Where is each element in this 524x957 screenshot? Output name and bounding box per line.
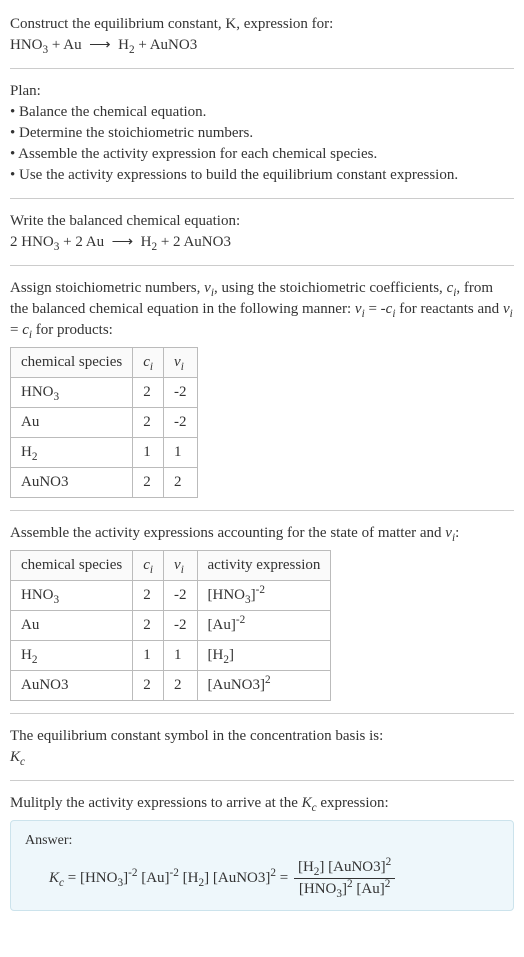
answer-box: Answer: Kc = [HNO3]-2 [Au]-2 [H2] [AuNO3…: [10, 820, 514, 911]
table-row: H2 1 1: [11, 438, 198, 468]
cell-vi: 1: [164, 641, 198, 671]
cell-species: H2: [11, 438, 133, 468]
cell-vi: -2: [164, 378, 198, 408]
cell-vi: 2: [164, 468, 198, 498]
col-ci: ci: [133, 551, 164, 581]
cell-species: AuNO3: [11, 671, 133, 701]
plan-title: Plan:: [10, 81, 514, 102]
cell-ci: 1: [133, 438, 164, 468]
col-species: chemical species: [11, 551, 133, 581]
cell-vi: 1: [164, 438, 198, 468]
plan-bullet-3: • Assemble the activity expression for e…: [10, 144, 514, 165]
cell-ci: 1: [133, 641, 164, 671]
cell-activity: [Au]-2: [197, 611, 331, 641]
divider: [10, 713, 514, 714]
cell-species: AuNO3: [11, 468, 133, 498]
activity-intro: Assemble the activity expressions accoun…: [10, 523, 514, 544]
cell-species: Au: [11, 611, 133, 641]
cell-activity: [H2]: [197, 641, 331, 671]
stoich-intro: Assign stoichiometric numbers, νi, using…: [10, 278, 514, 341]
table-row: Au 2 -2: [11, 408, 198, 438]
cell-vi: 2: [164, 671, 198, 701]
header-equation: HNO3 + Au ⟶ H2 + AuNO3: [10, 35, 514, 56]
balanced-equation: 2 HNO3 + 2 Au ⟶ H2 + 2 AuNO3: [10, 232, 514, 253]
cell-ci: 2: [133, 378, 164, 408]
cell-ci: 2: [133, 611, 164, 641]
symbol-line2: Kc: [10, 747, 514, 768]
cell-vi: -2: [164, 408, 198, 438]
divider: [10, 198, 514, 199]
activity-section: Assemble the activity expressions accoun…: [10, 523, 514, 701]
final-intro: Mulitply the activity expressions to arr…: [10, 793, 514, 814]
cell-ci: 2: [133, 468, 164, 498]
cell-species: HNO3: [11, 378, 133, 408]
table-row: AuNO3 2 2 [AuNO3]2: [11, 671, 331, 701]
answer-expression: Kc = [HNO3]-2 [Au]-2 [H2] [AuNO3]2 = [H2…: [49, 857, 499, 900]
symbol-line1: The equilibrium constant symbol in the c…: [10, 726, 514, 747]
stoich-section: Assign stoichiometric numbers, νi, using…: [10, 278, 514, 498]
table-row: HNO3 2 -2: [11, 378, 198, 408]
activity-table: chemical species ci νi activity expressi…: [10, 550, 331, 701]
col-species: chemical species: [11, 348, 133, 378]
plan-bullet-2: • Determine the stoichiometric numbers.: [10, 123, 514, 144]
cell-vi: -2: [164, 611, 198, 641]
fraction: [H2] [AuNO3]2 [HNO3]2 [Au]2: [294, 857, 395, 900]
table-row: HNO3 2 -2 [HNO3]-2: [11, 581, 331, 611]
col-activity: activity expression: [197, 551, 331, 581]
cell-activity: [AuNO3]2: [197, 671, 331, 701]
cell-species: H2: [11, 641, 133, 671]
plan-bullet-4: • Use the activity expressions to build …: [10, 165, 514, 186]
divider: [10, 510, 514, 511]
table-header-row: chemical species ci νi: [11, 348, 198, 378]
table-row: AuNO3 2 2: [11, 468, 198, 498]
divider: [10, 68, 514, 69]
final-section: Mulitply the activity expressions to arr…: [10, 793, 514, 911]
table-row: Au 2 -2 [Au]-2: [11, 611, 331, 641]
answer-label: Answer:: [25, 831, 499, 851]
col-vi: νi: [164, 348, 198, 378]
header: Construct the equilibrium constant, K, e…: [10, 14, 514, 56]
cell-ci: 2: [133, 408, 164, 438]
plan-bullet-1: • Balance the chemical equation.: [10, 102, 514, 123]
header-line1: Construct the equilibrium constant, K, e…: [10, 14, 514, 35]
divider: [10, 265, 514, 266]
cell-species: HNO3: [11, 581, 133, 611]
numerator: [H2] [AuNO3]2: [294, 857, 395, 879]
symbol-section: The equilibrium constant symbol in the c…: [10, 726, 514, 768]
balanced-section: Write the balanced chemical equation: 2 …: [10, 211, 514, 253]
col-ci: ci: [133, 348, 164, 378]
stoich-table: chemical species ci νi HNO3 2 -2 Au 2 -2…: [10, 347, 198, 498]
cell-ci: 2: [133, 671, 164, 701]
plan-section: Plan: • Balance the chemical equation. •…: [10, 81, 514, 186]
divider: [10, 780, 514, 781]
col-vi: νi: [164, 551, 198, 581]
balanced-intro: Write the balanced chemical equation:: [10, 211, 514, 232]
table-row: H2 1 1 [H2]: [11, 641, 331, 671]
cell-species: Au: [11, 408, 133, 438]
denominator: [HNO3]2 [Au]2: [294, 879, 395, 900]
cell-activity: [HNO3]-2: [197, 581, 331, 611]
table-header-row: chemical species ci νi activity expressi…: [11, 551, 331, 581]
cell-vi: -2: [164, 581, 198, 611]
cell-ci: 2: [133, 581, 164, 611]
